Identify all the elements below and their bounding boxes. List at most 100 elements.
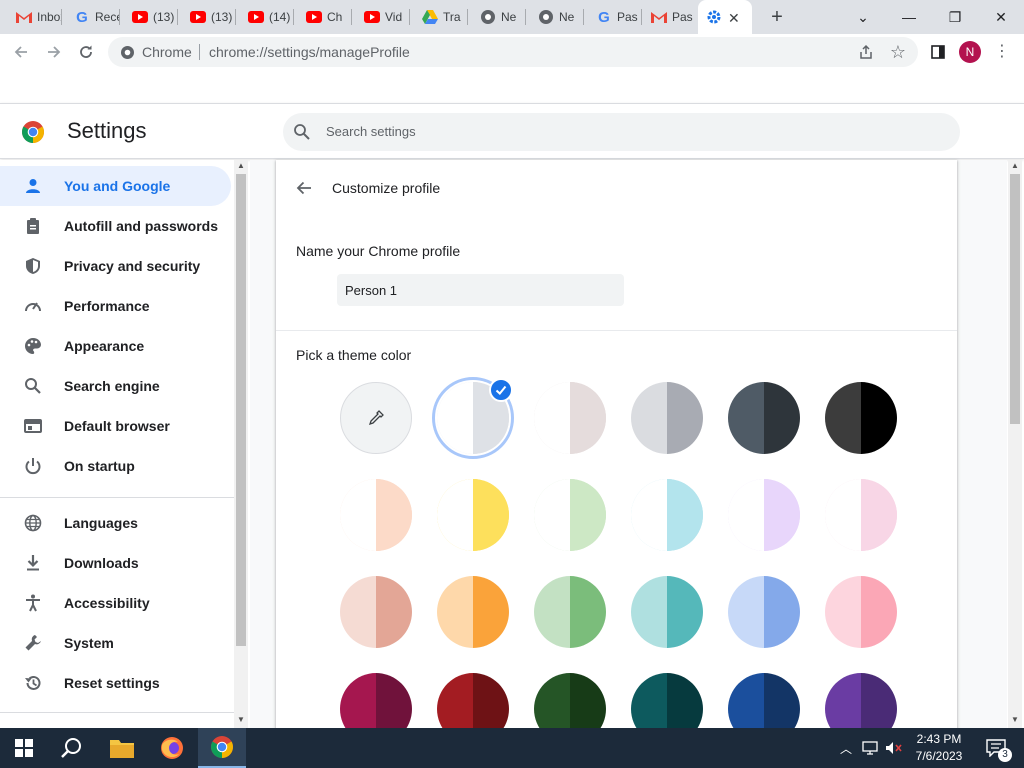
profile-name-label: Name your Chrome profile — [296, 243, 461, 259]
sidebar-item-languages[interactable]: Languages — [0, 503, 231, 543]
close-tab-icon[interactable]: ✕ — [728, 10, 740, 27]
sidebar-item-reset-settings[interactable]: Reset settings — [0, 663, 231, 703]
sidebar-item-performance[interactable]: Performance — [0, 286, 231, 326]
clock-time[interactable]: 2:43 PM — [906, 732, 972, 746]
address-divider — [199, 44, 200, 60]
new-tab-button[interactable]: + — [766, 7, 788, 29]
sidebar-item-privacy[interactable]: Privacy and security — [0, 246, 231, 286]
restore-button[interactable]: ❐ — [941, 6, 969, 28]
theme-color-swatch[interactable] — [534, 382, 606, 454]
sidebar-item-system[interactable]: System — [0, 623, 231, 663]
sidebar-item-label: Languages — [64, 515, 138, 531]
card-divider — [276, 330, 957, 331]
theme-color-swatch[interactable] — [631, 673, 703, 728]
chrome-chip[interactable]: Chrome — [120, 44, 192, 60]
tab-youtube-1[interactable]: (13) — [124, 0, 178, 34]
tab-google-recent[interactable]: G Recent — [66, 0, 120, 34]
theme-color-swatch[interactable] — [728, 576, 800, 648]
show-hidden-icons-chevron-icon[interactable]: ︿ — [834, 728, 858, 768]
tab-strip: Inbox G Recent (13) (13) (14) Ch Vid Tra… — [0, 0, 1024, 34]
tab-google-drive[interactable]: Tra — [414, 0, 468, 34]
theme-color-swatch[interactable] — [534, 576, 606, 648]
tab-youtube-3[interactable]: (14) — [240, 0, 294, 34]
forward-button[interactable] — [42, 40, 66, 64]
settings-gear-icon — [706, 9, 722, 25]
sidebar-item-search-engine[interactable]: Search engine — [0, 366, 231, 406]
theme-color-swatch[interactable] — [631, 576, 703, 648]
sidebar-item-downloads[interactable]: Downloads — [0, 543, 231, 583]
chrome-menu-button[interactable]: ⋮ — [990, 40, 1014, 64]
main-scrollbar-thumb[interactable] — [1010, 174, 1020, 424]
clock-date[interactable]: 7/6/2023 — [906, 749, 972, 763]
theme-color-swatch[interactable] — [728, 382, 800, 454]
share-button[interactable] — [854, 40, 878, 64]
tab-youtube-5[interactable]: Vid — [356, 0, 410, 34]
theme-color-swatch[interactable] — [534, 479, 606, 551]
sidebar-item-autofill[interactable]: Autofill and passwords — [0, 206, 231, 246]
reload-button[interactable] — [74, 40, 98, 64]
taskbar-search-button[interactable] — [48, 728, 96, 768]
start-button[interactable] — [0, 728, 48, 768]
google-icon: G — [76, 8, 88, 26]
theme-color-swatch[interactable] — [437, 576, 509, 648]
tab-chromium-1[interactable]: Ne — [472, 0, 526, 34]
sidebar-item-you-and-google[interactable]: You and Google — [0, 166, 231, 206]
sidebar-item-appearance[interactable]: Appearance — [0, 326, 231, 366]
reset-history-icon — [23, 673, 43, 693]
tab-google-passwords[interactable]: G Pas — [588, 0, 642, 34]
custom-color-swatch[interactable] — [340, 382, 412, 454]
tab-title: Inbox — [37, 10, 61, 24]
volume-muted-icon[interactable] — [882, 728, 906, 768]
sidebar-item-default-browser[interactable]: Default browser — [0, 406, 231, 446]
windows-logo-icon — [15, 739, 33, 757]
sidebar-item-label: Performance — [64, 298, 150, 314]
theme-color-swatch[interactable] — [340, 576, 412, 648]
theme-color-swatch[interactable] — [340, 673, 412, 728]
youtube-icon — [306, 9, 322, 25]
search-placeholder: Search settings — [326, 124, 416, 139]
sidebar-scrollbar-thumb[interactable] — [236, 174, 246, 646]
sidebar-scrollbar[interactable]: ▲ ▼ — [234, 160, 248, 728]
tab-gmail-passwords[interactable]: Pas — [643, 0, 697, 34]
theme-color-swatch[interactable] — [631, 479, 703, 551]
tab-chromium-2[interactable]: Ne — [530, 0, 584, 34]
theme-color-swatch[interactable] — [534, 673, 606, 728]
main-scrollbar[interactable]: ▲ ▼ — [1008, 160, 1022, 728]
close-window-button[interactable]: ✕ — [987, 6, 1015, 28]
address-url[interactable]: chrome://settings/manageProfile — [209, 44, 410, 60]
theme-color-swatch[interactable] — [437, 673, 509, 728]
chrome-chip-icon — [121, 45, 134, 59]
sidebar-item-accessibility[interactable]: Accessibility — [0, 583, 231, 623]
theme-color-swatch[interactable] — [825, 673, 897, 728]
theme-color-swatch[interactable] — [340, 479, 412, 551]
theme-color-swatch[interactable] — [631, 382, 703, 454]
back-arrow-button[interactable] — [294, 178, 314, 198]
notification-center-button[interactable]: 3 — [976, 728, 1016, 768]
tab-settings-active[interactable]: ✕ — [698, 0, 752, 34]
tab-youtube-2[interactable]: (13) — [182, 0, 236, 34]
search-settings-input[interactable]: Search settings — [283, 113, 960, 151]
tab-search-chevron-icon[interactable]: ⌄ — [849, 6, 877, 28]
chrome-logo-icon — [211, 736, 233, 758]
chrome-taskbar-button[interactable] — [198, 728, 246, 768]
firefox-button[interactable] — [148, 728, 196, 768]
theme-color-swatch[interactable] — [825, 382, 897, 454]
profile-avatar-button[interactable]: N — [959, 41, 981, 63]
side-panel-button[interactable] — [926, 40, 950, 64]
tab-youtube-4[interactable]: Ch — [298, 0, 352, 34]
file-explorer-button[interactable] — [98, 728, 146, 768]
reload-icon — [80, 45, 92, 58]
address-bar[interactable]: Chrome chrome://settings/manageProfile — [108, 37, 918, 67]
theme-color-swatch[interactable] — [728, 673, 800, 728]
tab-gmail-inbox[interactable]: Inbox — [8, 0, 62, 34]
bookmark-button[interactable]: ☆ — [886, 40, 910, 64]
back-button[interactable] — [9, 40, 33, 64]
minimize-button[interactable]: — — [895, 6, 923, 28]
sidebar-item-on-startup[interactable]: On startup — [0, 446, 231, 486]
network-icon[interactable] — [858, 728, 882, 768]
theme-color-swatch[interactable] — [825, 479, 897, 551]
profile-name-input[interactable] — [337, 274, 624, 306]
theme-color-swatch[interactable] — [728, 479, 800, 551]
theme-color-swatch[interactable] — [437, 479, 509, 551]
theme-color-swatch[interactable] — [825, 576, 897, 648]
